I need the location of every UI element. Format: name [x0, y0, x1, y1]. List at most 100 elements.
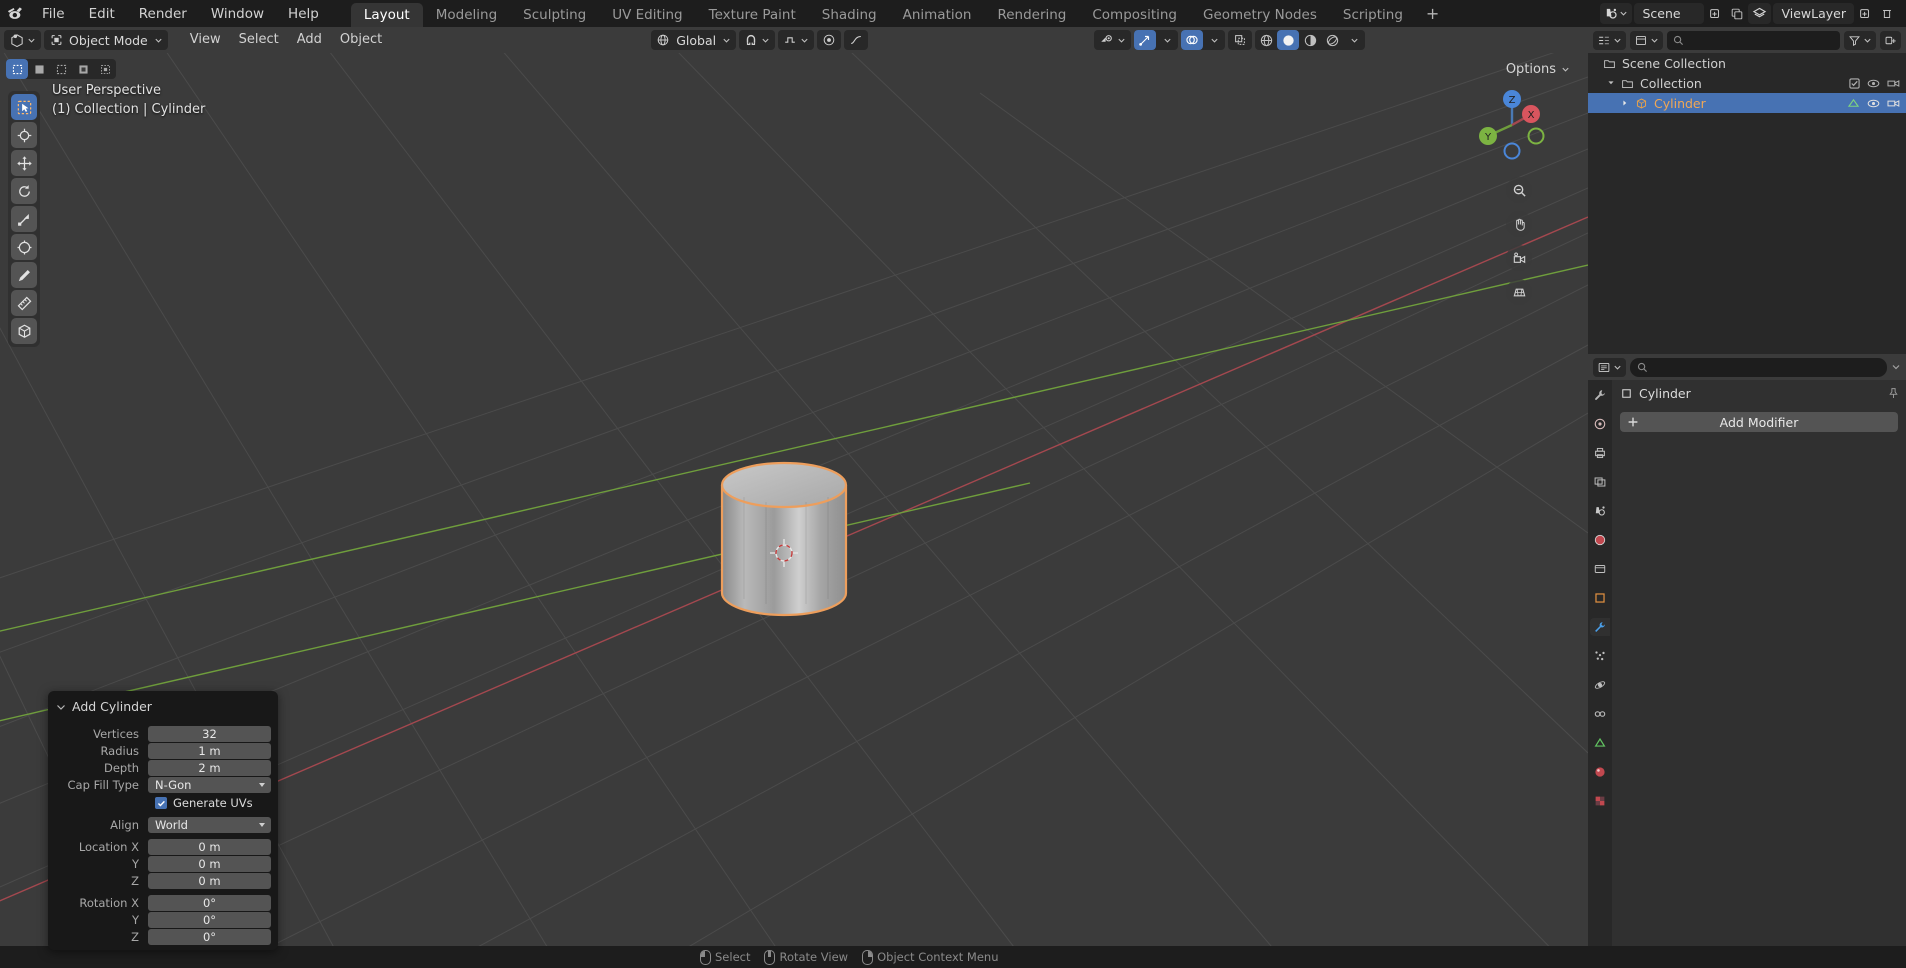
add-modifier-button[interactable]: plus-icon Add Modifier [1620, 412, 1898, 432]
field-location-y[interactable]: Y 0 m [48, 856, 271, 872]
cursor-tool[interactable] [11, 122, 37, 148]
scale-tool[interactable] [11, 206, 37, 232]
scene-selector-icon-group[interactable] [1600, 3, 1632, 24]
field-rotation-y-value[interactable]: 0° [148, 912, 271, 928]
camera-icon[interactable] [1887, 78, 1900, 89]
field-radius-value[interactable]: 1 m [148, 743, 271, 759]
outliner-editor-type-button[interactable] [1593, 31, 1626, 50]
properties-tab-tool[interactable] [1590, 386, 1610, 404]
workspace-tab-sculpting[interactable]: Sculpting [510, 3, 599, 27]
shading-rendered-icon[interactable] [1321, 30, 1343, 50]
object-mode-button[interactable]: Object Mode [44, 30, 168, 50]
field-rotation-z[interactable]: Z 0° [48, 929, 271, 945]
snap-increment-button[interactable] [778, 30, 814, 50]
viewlayer-selector-icon-group[interactable] [1748, 3, 1771, 24]
menu-file[interactable]: File [30, 3, 77, 25]
blender-logo-icon[interactable] [0, 0, 30, 27]
overlays-dropdown-icon[interactable] [1203, 30, 1225, 50]
proportional-falloff-button[interactable] [844, 30, 868, 50]
select-mode-group[interactable] [6, 59, 116, 79]
checkbox-icon[interactable] [1849, 78, 1860, 89]
visibility-button[interactable] [1094, 30, 1131, 50]
add-workspace-button[interactable]: + [1416, 3, 1449, 27]
properties-tab-modifier[interactable] [1590, 618, 1610, 636]
toggle-perspective-icon[interactable] [1506, 279, 1532, 305]
field-rotation-x-value[interactable]: 0° [148, 895, 271, 911]
workspace-tab-shading[interactable]: Shading [809, 3, 890, 27]
pin-icon[interactable] [1887, 387, 1900, 400]
select-box-alt-icon[interactable] [94, 59, 116, 79]
outliner-search-input[interactable] [1667, 31, 1840, 50]
properties-tab-render[interactable] [1590, 415, 1610, 433]
field-location-z-value[interactable]: 0 m [148, 873, 271, 889]
gizmo-dropdown-icon[interactable] [1156, 30, 1178, 50]
viewport-menu-object[interactable]: Object [331, 30, 391, 50]
properties-tab-scene[interactable] [1590, 502, 1610, 520]
properties-tab-constraints[interactable] [1590, 705, 1610, 723]
menu-edit[interactable]: Edit [77, 3, 127, 25]
properties-editor[interactable]: Cylinder plus-icon Add Modifier [1588, 354, 1906, 968]
expand-triangle-icon[interactable] [1618, 99, 1632, 107]
workspace-tab-layout[interactable]: Layout [351, 3, 423, 27]
menu-help[interactable]: Help [276, 3, 331, 25]
properties-options-chevron-icon[interactable] [1891, 362, 1901, 372]
workspace-tab-animation[interactable]: Animation [890, 3, 985, 27]
workspace-tab-texture-paint[interactable]: Texture Paint [696, 3, 809, 27]
field-vertices-value[interactable]: 32 [148, 726, 271, 742]
field-vertices[interactable]: Vertices 32 [48, 726, 271, 742]
field-align[interactable]: Align World [48, 817, 271, 833]
outliner-editor[interactable]: Scene Collection Collection [1588, 27, 1906, 354]
overlays-toggle-group[interactable] [1181, 30, 1225, 50]
outliner-display-mode-button[interactable] [1630, 31, 1663, 50]
properties-tab-physics[interactable] [1590, 676, 1610, 694]
field-depth-value[interactable]: 2 m [148, 760, 271, 776]
move-tool[interactable] [11, 150, 37, 176]
viewport-menu-view[interactable]: View [181, 30, 230, 50]
workspace-tab-geometry-nodes[interactable]: Geometry Nodes [1190, 3, 1330, 27]
add-cube-tool[interactable] [11, 318, 37, 344]
scene-name-field[interactable]: Scene [1634, 3, 1704, 24]
3d-viewport[interactable]: Object Mode View Select Add Object Globa… [0, 27, 1588, 968]
pan-hand-icon[interactable] [1506, 211, 1532, 237]
field-location-x[interactable]: Location X 0 m [48, 839, 271, 855]
field-cap-fill-type-value[interactable]: N-Gon [148, 777, 271, 793]
field-rotation-y[interactable]: Y 0° [48, 912, 271, 928]
properties-tab-output[interactable] [1590, 444, 1610, 462]
gizmo-icon[interactable] [1134, 30, 1156, 50]
properties-tab-collection[interactable] [1590, 560, 1610, 578]
navigation-gizmo[interactable]: Z Y X [1474, 87, 1550, 163]
zoom-icon[interactable] [1506, 177, 1532, 203]
select-lasso-icon[interactable] [72, 59, 94, 79]
workspace-tab-modeling[interactable]: Modeling [423, 3, 510, 27]
add-cylinder-operator-panel[interactable]: Add Cylinder Vertices 32 Radius 1 m Dept… [48, 691, 278, 950]
properties-editor-type-button[interactable] [1593, 358, 1626, 377]
proportional-edit-button[interactable] [817, 30, 841, 50]
workspace-tab-uv-editing[interactable]: UV Editing [599, 3, 695, 27]
field-cap-fill-type[interactable]: Cap Fill Type N-Gon [48, 777, 271, 793]
properties-tab-object[interactable] [1590, 589, 1610, 607]
annotate-tool[interactable] [11, 262, 37, 288]
menu-window[interactable]: Window [199, 3, 276, 25]
shading-material-preview-icon[interactable] [1299, 30, 1321, 50]
rotate-tool[interactable] [11, 178, 37, 204]
editor-type-button[interactable] [4, 30, 41, 50]
select-tweak-icon[interactable] [28, 59, 50, 79]
new-viewlayer-button[interactable] [1854, 3, 1876, 24]
remove-viewlayer-button[interactable] [1876, 3, 1898, 24]
field-generate-uvs[interactable]: Generate UVs [55, 795, 271, 811]
snap-magnet-button[interactable] [739, 30, 775, 50]
eye-icon[interactable] [1867, 78, 1880, 89]
camera-view-icon[interactable] [1506, 245, 1532, 271]
outliner-filter-button[interactable] [1844, 31, 1876, 50]
workspace-tab-compositing[interactable]: Compositing [1079, 3, 1190, 27]
field-radius[interactable]: Radius 1 m [48, 743, 271, 759]
field-location-z[interactable]: Z 0 m [48, 873, 271, 889]
outliner-row-cylinder[interactable]: Cylinder [1588, 93, 1906, 113]
viewport-options-button[interactable]: Options [1498, 59, 1578, 79]
shading-dropdown-icon[interactable] [1343, 30, 1365, 50]
field-depth[interactable]: Depth 2 m [48, 760, 271, 776]
shading-mode-group[interactable] [1255, 30, 1365, 50]
tweak-select-tool[interactable] [11, 94, 37, 120]
shading-solid-icon[interactable] [1277, 30, 1299, 50]
generate-uvs-checkbox[interactable] [155, 797, 167, 809]
